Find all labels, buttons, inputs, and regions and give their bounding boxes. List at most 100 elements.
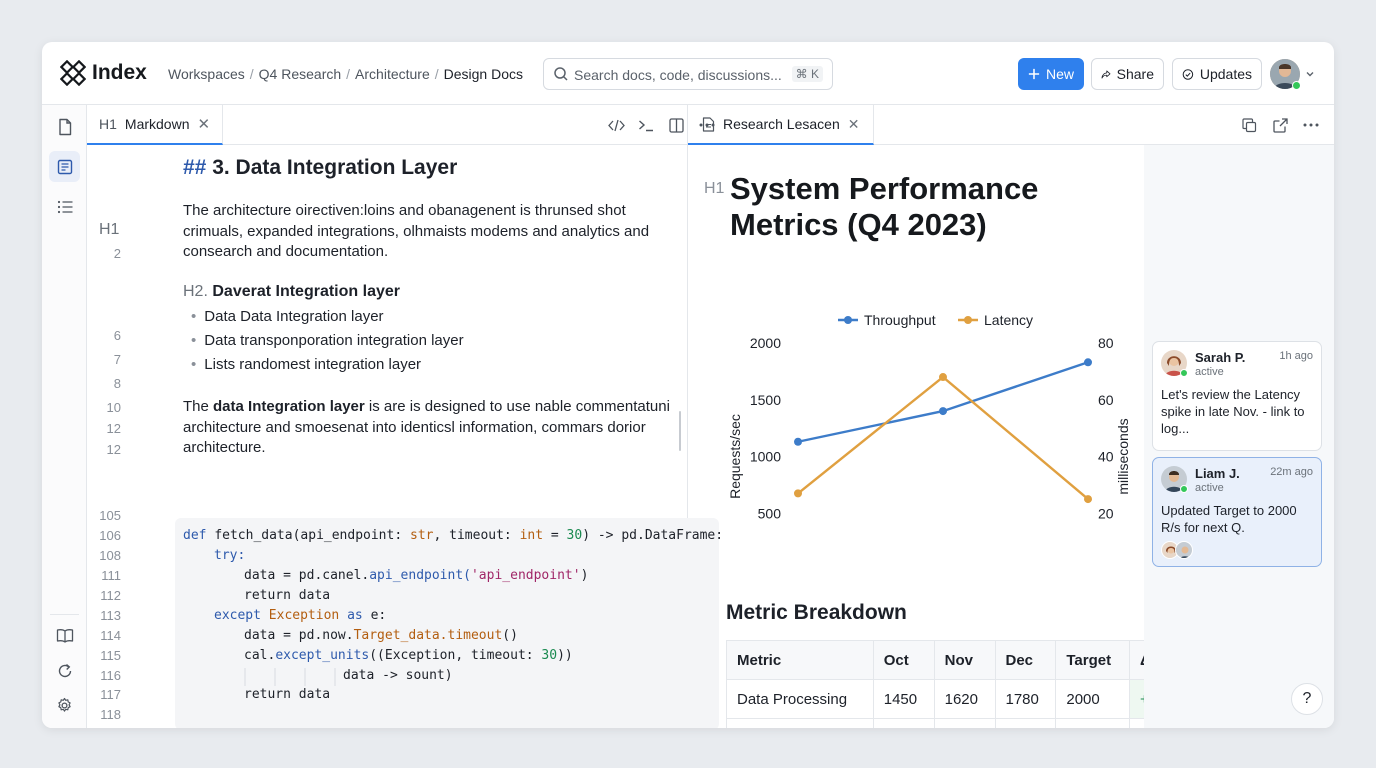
line-number: 113	[100, 608, 121, 623]
pane-resize-handle[interactable]	[679, 411, 681, 451]
paragraph-line: consearch and documentation.	[183, 243, 389, 260]
legend-label: Throughput	[864, 312, 936, 328]
tab-research[interactable]: Research Lesacen ✕	[688, 105, 875, 145]
column-header: Target	[1055, 640, 1130, 680]
data-point-latency	[794, 489, 802, 498]
online-status-dot	[1180, 369, 1188, 377]
line-number: 12	[106, 442, 121, 457]
y2-tick-label: 80	[1098, 335, 1114, 351]
markdown-editor-pane: H1 Markdown ✕ H1 2 6 7 8 10 12 12 105 10…	[87, 105, 723, 728]
y-tick-label: 0	[773, 562, 781, 565]
share-button[interactable]: Share	[1091, 58, 1164, 90]
code-line: cal.except_units((Exception, timeout: 30…	[244, 648, 573, 663]
commenter-name: Liam J.	[1195, 466, 1240, 481]
table-cell	[994, 718, 1057, 728]
breadcrumb-workspaces[interactable]: Workspaces	[168, 66, 245, 82]
updates-button[interactable]: Updates	[1172, 58, 1262, 90]
code-line: return data	[244, 687, 331, 702]
participant-avatar	[1175, 541, 1193, 559]
comment-time: 1h ago	[1279, 350, 1313, 362]
split-view-button[interactable]	[667, 116, 685, 134]
rail-settings-button[interactable]	[49, 690, 80, 721]
app-title: Index	[92, 61, 147, 84]
breadcrumb-design-docs[interactable]: Design Docs	[444, 66, 523, 82]
copy-button[interactable]	[1240, 116, 1258, 134]
comment-card[interactable]: Liam J. active 22m ago Updated Target to…	[1152, 457, 1322, 567]
y2-tick-label: 40	[1098, 449, 1114, 465]
close-icon[interactable]: ✕	[198, 115, 211, 133]
code-token: ))	[557, 648, 573, 663]
code-token: 30	[541, 648, 558, 663]
share-icon	[1101, 70, 1111, 78]
comment-time: 22m ago	[1270, 466, 1313, 478]
rail-files-button[interactable]	[49, 111, 80, 142]
paragraph-text: The	[183, 398, 214, 415]
code-token: str	[410, 528, 434, 543]
commenter-name: Sarah P.	[1195, 350, 1246, 365]
code-token: data = pd.canel.	[244, 568, 370, 583]
table-cell	[726, 718, 874, 728]
code-token: fetch_data	[214, 528, 293, 543]
code-token: as	[347, 608, 363, 623]
code-token: 30	[566, 528, 583, 543]
terminal-icon	[639, 119, 653, 131]
y-axis-label: Requests/sec	[727, 414, 743, 499]
list-item: Data transponporation integration layer	[191, 332, 463, 349]
code-token: 'api_endpoint'	[470, 568, 581, 583]
terminal-button[interactable]	[637, 116, 655, 134]
table-cell	[872, 718, 935, 728]
breadcrumb-architecture[interactable]: Architecture	[355, 66, 430, 82]
y2-tick-label: 0	[1098, 562, 1106, 565]
top-bar: Index Workspaces / Q4 Research / Architectur…	[42, 42, 1334, 105]
table-header-row: Metric Oct Nov Dec Target Δ%	[726, 640, 1198, 680]
table-row[interactable]	[726, 718, 1198, 728]
code-token: cal.	[244, 648, 276, 663]
preview-more-button[interactable]	[1301, 116, 1321, 134]
table-cell: Data Processing	[726, 679, 874, 719]
code-token: =	[543, 528, 567, 543]
code-token: data = pd.now.	[244, 628, 354, 643]
paragraph-text: is are is designed to use nable commenta…	[364, 398, 670, 415]
search-input[interactable]	[574, 64, 784, 85]
series-line-latency	[797, 375, 1089, 500]
data-point-throughput	[1084, 358, 1092, 367]
column-header: Nov	[933, 640, 996, 680]
line-number: 108	[99, 548, 121, 563]
breadcrumb-q4-research[interactable]: Q4 Research	[259, 66, 341, 82]
code-line: return data	[244, 588, 331, 603]
rail-list-button[interactable]	[49, 191, 80, 222]
metric-table: Metric Oct Nov Dec Target Δ% Data Proces…	[726, 640, 1198, 728]
split-view-icon	[668, 117, 684, 133]
comment-card[interactable]: Sarah P. active 1h ago Let's review the …	[1152, 341, 1322, 451]
chevron-down-icon[interactable]	[1305, 69, 1315, 79]
y2-tick-label: 60	[1098, 392, 1114, 408]
list-icon	[57, 200, 72, 213]
refresh-icon	[58, 663, 71, 677]
gear-icon	[58, 697, 71, 712]
line-number: 111	[101, 568, 121, 583]
code-token: )	[580, 568, 589, 583]
line-number: 6	[113, 328, 121, 343]
rail-sync-button[interactable]	[49, 655, 80, 686]
code-token: (api_endpoint:	[292, 528, 410, 543]
y-tick-label: 1000	[750, 449, 781, 465]
rail-book-button[interactable]	[49, 620, 80, 651]
open-external-button[interactable]	[1271, 116, 1289, 134]
help-button[interactable]: ?	[1291, 683, 1323, 715]
comment-text: Let's review the Latency spike in late N…	[1161, 387, 1305, 436]
tab-heading-tag: H1	[99, 116, 117, 132]
online-status-dot	[1180, 485, 1188, 493]
code-line: try:	[214, 548, 246, 563]
rail-document-button[interactable]	[49, 151, 80, 182]
code-view-button[interactable]	[607, 116, 625, 134]
tab-markdown[interactable]: H1 Markdown ✕	[87, 105, 224, 145]
search-box[interactable]: ⌘ K	[543, 58, 833, 90]
code-line: data -> sount)	[343, 668, 453, 683]
preview-tab-bar: Research Lesacen ✕	[688, 105, 1334, 145]
close-icon[interactable]: ✕	[848, 116, 860, 133]
comments-sidebar: Sarah P. active 1h ago Let's review the …	[1144, 145, 1334, 728]
table-row[interactable]: Data Processing 1450 1620 1780 2000 +12%	[726, 679, 1198, 719]
heading-tag: H2.	[183, 283, 208, 300]
more-horizontal-icon	[1303, 123, 1319, 127]
new-button[interactable]: New	[1018, 58, 1084, 90]
